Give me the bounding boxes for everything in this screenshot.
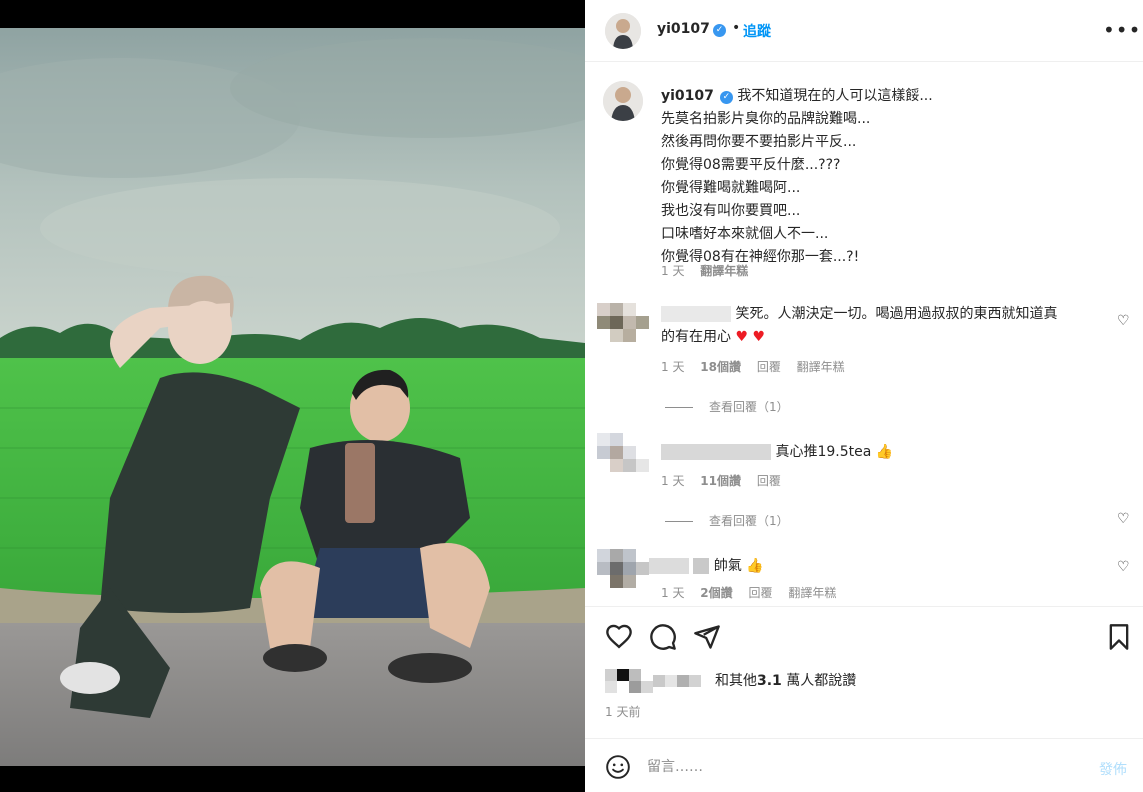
red-heart-emoji-icon: ♥ ♥ [735,329,766,345]
author-username[interactable]: yi0107 [657,21,710,37]
caption-author-avatar[interactable] [603,81,643,121]
view-replies-button[interactable]: 查看回覆（1） [665,398,789,415]
save-bookmark-icon[interactable] [1105,623,1133,651]
post-side-panel: yi0107 ✓ • 追蹤 ••• yi0107 ✓ 我不知道現在的人可以這樣餒… [585,0,1143,792]
caption-line: 你覺得難喝就難喝阿... [661,180,801,196]
comment-age: 1 天 [661,360,685,374]
view-replies-label: 查看回覆（1） [709,514,789,528]
comment-age: 1 天 [661,586,685,600]
comment-meta: 1 天 2個讚 回覆 翻譯年糕 [661,584,848,601]
post-media [0,0,585,792]
comment-like-heart-icon[interactable]: ♡ [1117,511,1130,527]
comment-meta: 1 天 11個讚 回覆 [661,472,793,489]
caption-line: 我不知道現在的人可以這樣餒... [737,88,933,104]
instagram-post-view: yi0107 ✓ • 追蹤 ••• yi0107 ✓ 我不知道現在的人可以這樣餒… [0,0,1143,792]
likes-summary[interactable]: 和其他3.1 萬人都說讚 [605,669,856,693]
caption-username[interactable]: yi0107 [661,88,714,104]
comment-like-heart-icon[interactable]: ♡ [1117,559,1130,575]
post-header: yi0107 ✓ • 追蹤 ••• [585,0,1143,62]
comment-body: 帥氣 👍 [649,555,1089,578]
comment-input[interactable] [647,755,1067,779]
comment-body: 笑死。人潮決定一切。喝過用過叔叔的東西就知道真 的有在用心 ♥ ♥ [661,303,1101,349]
caption-line: 然後再問你要不要拍影片平反... [661,134,857,150]
like-heart-icon[interactable] [605,623,633,651]
comment-text: 帥氣 [713,558,742,574]
view-replies-button[interactable]: 查看回覆（1） [665,512,789,529]
comment-like-heart-icon[interactable]: ♡ [1117,313,1130,329]
comment-reply-button[interactable]: 回覆 [757,474,781,488]
caption-verified-icon: ✓ [719,91,733,104]
caption-meta: 1 天 翻譯年糕 [661,262,748,279]
caption-line: 口味嗜好本來就個人不一... [661,226,829,242]
caption-text: yi0107 ✓ 我不知道現在的人可以這樣餒... 先莫名拍影片臭你的品牌說難喝.… [661,85,1121,269]
likes-count: 3.1 [757,673,782,689]
comment-body: 真心推19.5tea 👍 [661,441,1101,464]
comment-translate-link[interactable]: 翻譯年糕 [797,360,845,374]
more-options-icon[interactable]: ••• [1103,18,1141,42]
caption-line: 我也沒有叫你要買吧... [661,203,801,219]
commenter-avatar[interactable] [597,433,649,473]
comment-age: 1 天 [661,474,685,488]
post-photo[interactable] [0,28,585,766]
likes-suffix: 萬人都說讚 [781,673,857,689]
author-avatar[interactable] [605,13,641,49]
thumbs-up-emoji-icon: 👍 [875,444,894,460]
separator-dot: • [732,20,741,36]
comment-text: 的有在用心 [661,329,731,345]
commenter-avatar[interactable] [597,549,649,589]
caption-age: 1 天 [661,264,685,278]
caption-translate-link[interactable]: 翻譯年糕 [700,264,748,278]
post-comment-button[interactable]: 發佈 [1099,759,1127,779]
comment-likes-count[interactable]: 2個讚 [700,586,732,600]
liker-avatars-blurred[interactable] [605,669,705,693]
commenter-avatar[interactable] [597,303,649,343]
comment-likes-count[interactable]: 11個讚 [700,474,741,488]
comment-bubble-icon[interactable] [649,623,677,651]
emoji-smiley-icon[interactable] [605,754,631,780]
view-replies-label: 查看回覆（1） [709,400,789,414]
commenter-username-blurred[interactable] [649,558,689,574]
comment-reply-button[interactable]: 回覆 [757,360,781,374]
commenter-username-blurred[interactable] [661,444,771,460]
follow-button[interactable]: 追蹤 [743,21,771,41]
commenter-username-blurred [693,558,710,574]
comment-composer: 發佈 [585,738,1143,792]
caption-line: 你覺得08需要平反什麼...??? [661,157,841,173]
comment-reply-button[interactable]: 回覆 [748,586,772,600]
share-send-icon[interactable] [693,623,721,651]
replies-divider [665,407,693,408]
post-timestamp[interactable]: 1 天前 [605,703,640,720]
caption-line: 先莫名拍影片臭你的品牌說難喝... [661,111,871,127]
commenter-username-blurred[interactable] [661,306,731,322]
comment-likes-count[interactable]: 18個讚 [700,360,741,374]
likes-prefix: 和其他 [715,673,757,689]
comment-translate-link[interactable]: 翻譯年糕 [788,586,836,600]
thumbs-up-emoji-icon: 👍 [746,558,764,574]
replies-divider [665,521,693,522]
verified-badge-icon: ✓ [713,24,726,37]
comment-text: 笑死。人潮決定一切。喝過用過叔叔的東西就知道真 [735,306,1058,322]
comments-scroll-area[interactable]: yi0107 ✓ 我不知道現在的人可以這樣餒... 先莫名拍影片臭你的品牌說難喝.… [585,63,1143,605]
comment-text: 真心推19.5tea [775,444,872,460]
comment-meta: 1 天 18個讚 回覆 翻譯年糕 [661,358,857,375]
post-actions: 和其他3.1 萬人都說讚 1 天前 [585,606,1143,736]
